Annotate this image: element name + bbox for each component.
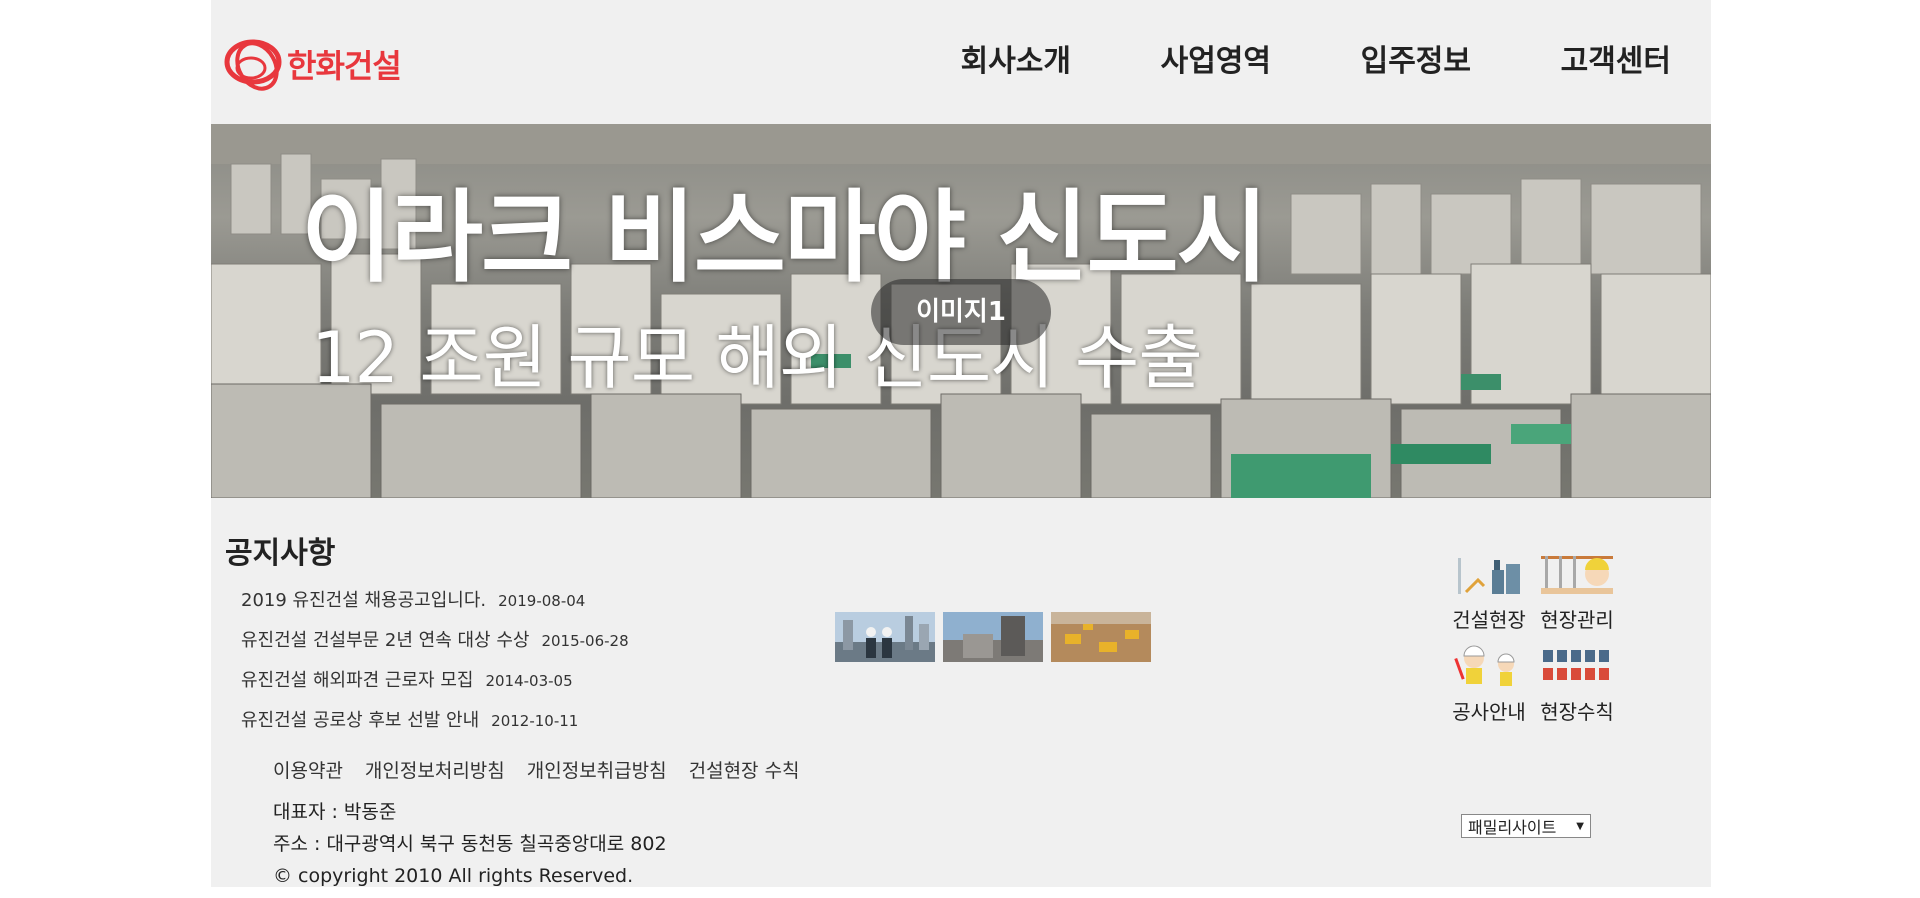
footer-copyright: © copyright 2010 All rights Reserved. (273, 865, 634, 887)
notice-item[interactable]: 유진건설 해외파견 근로자 모집 2014-03-05 (241, 666, 629, 706)
nav-item-business[interactable]: 사업영역 (1071, 36, 1271, 80)
notice-date: 2019-08-04 (498, 592, 586, 610)
logo[interactable]: 한화건설 (223, 32, 423, 96)
family-site-label: 패밀리사이트 (1468, 818, 1557, 837)
chevron-down-icon: ▼ (1576, 820, 1584, 832)
construction-guide-icon (1447, 642, 1531, 690)
notice-item[interactable]: 유진건설 건설부문 2년 연속 대상 수상 2015-06-28 (241, 626, 629, 666)
quick-link-label: 현장관리 (1540, 608, 1614, 632)
quick-link-construction-site[interactable]: 건설현장 (1447, 550, 1531, 638)
notice-date: 2014-03-05 (485, 672, 573, 690)
notice-title: 유진건설 해외파견 근로자 모집 (241, 670, 474, 691)
notice-title: 유진건설 공로상 후보 선발 안내 (241, 710, 480, 731)
gallery-thumbnails (835, 612, 1151, 662)
footer-link-privacy-handling[interactable]: 개인정보취급방침 (527, 756, 667, 783)
notice-list: 2019 유진건설 채용공고입니다. 2019-08-04 유진건설 건설부문 … (241, 586, 629, 746)
page: 한화건설 회사소개 사업영역 입주정보 고객센터 이라크 비스마야 신도시 12… (211, 0, 1711, 887)
footer-info: 대표자 : 박동준 주소 : 대구광역시 북구 동천동 칠곡중앙대로 802 ©… (273, 796, 667, 892)
notice-date: 2015-06-28 (541, 632, 629, 650)
quick-link-site-management[interactable]: 현장관리 (1535, 550, 1619, 638)
construction-site-icon (1447, 550, 1531, 598)
banner-subtitle: 12 조원 규모 해외 신도시 수출 (311, 317, 1203, 399)
hanwha-logo-icon (224, 39, 282, 91)
thumbnail-excavators[interactable] (1051, 612, 1151, 662)
quick-links: 건설현장 현장관리 공사안내 현장수칙 (1447, 550, 1627, 730)
footer-links: 이용약관 개인정보처리방침 개인정보취급방침 건설현장 수칙 (273, 756, 800, 783)
quick-link-construction-guide[interactable]: 공사안내 (1447, 642, 1531, 730)
notice-heading: 공지사항 (225, 536, 336, 571)
footer-link-privacy-policy[interactable]: 개인정보처리방침 (365, 756, 505, 783)
quick-link-label: 건설현장 (1452, 608, 1526, 632)
main-nav: 회사소개 사업영역 입주정보 고객센터 (871, 36, 1671, 80)
nav-item-residence[interactable]: 입주정보 (1271, 36, 1471, 80)
notice-title: 2019 유진건설 채용공고입니다. (241, 590, 487, 611)
site-management-icon (1535, 550, 1619, 598)
thumbnail-structure[interactable] (943, 612, 1043, 662)
site-rules-icon (1535, 642, 1619, 690)
header: 한화건설 회사소개 사업영역 입주정보 고객센터 (211, 0, 1711, 124)
thumbnail-workers[interactable] (835, 612, 935, 662)
banner-slide-label: 이미지1 (871, 279, 1051, 345)
nav-item-company[interactable]: 회사소개 (871, 36, 1071, 80)
banner-title: 이라크 비스마야 신도시 (301, 179, 1269, 296)
notice-date: 2012-10-11 (491, 712, 579, 730)
logo-text: 한화건설 (287, 47, 402, 85)
notice-item[interactable]: 2019 유진건설 채용공고입니다. 2019-08-04 (241, 586, 629, 626)
quick-link-site-rules[interactable]: 현장수칙 (1535, 642, 1619, 730)
footer-address: 주소 : 대구광역시 북구 동천동 칠곡중앙대로 802 (273, 833, 667, 855)
footer-link-terms[interactable]: 이용약관 (273, 756, 343, 783)
hero-banner[interactable]: 이라크 비스마야 신도시 12 조원 규모 해외 신도시 수출 이미지1 (211, 124, 1711, 498)
nav-item-customer[interactable]: 고객센터 (1471, 36, 1671, 80)
footer-ceo: 대표자 : 박동준 (273, 801, 397, 823)
family-site-select[interactable]: 패밀리사이트 ▼ (1461, 814, 1591, 838)
notice-title: 유진건설 건설부문 2년 연속 대상 수상 (241, 630, 530, 651)
quick-link-label: 현장수칙 (1540, 700, 1614, 724)
footer-link-site-rules[interactable]: 건설현장 수칙 (689, 756, 800, 783)
quick-link-label: 공사안내 (1452, 700, 1526, 724)
notice-item[interactable]: 유진건설 공로상 후보 선발 안내 2012-10-11 (241, 706, 629, 746)
